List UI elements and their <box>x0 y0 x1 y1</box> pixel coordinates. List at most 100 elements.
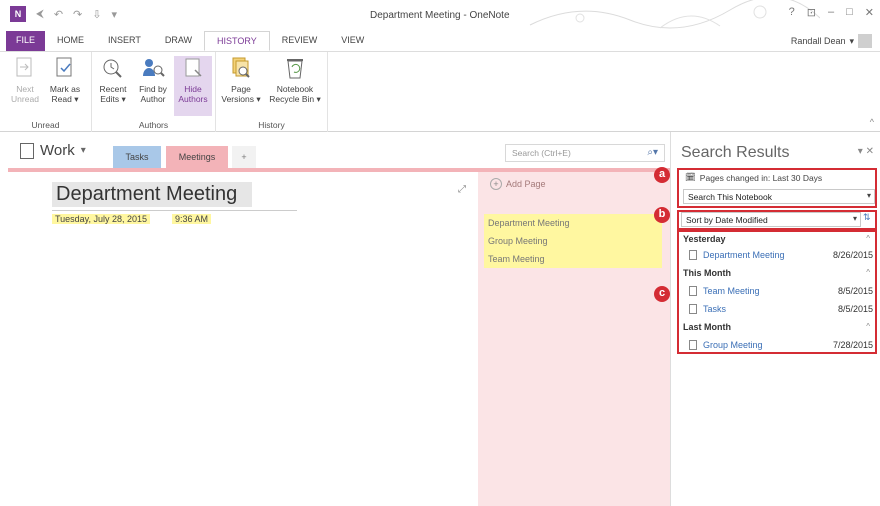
user-account[interactable]: Randall Dean ▾ <box>791 34 872 48</box>
collapse-group-icon[interactable]: ^ <box>866 322 870 331</box>
page-item-team-meeting[interactable]: Team Meeting <box>484 250 662 268</box>
result-group-this-month: This Month <box>683 268 731 278</box>
page-title[interactable]: Department Meeting <box>52 182 252 207</box>
notebook-bar: Work ▾ Tasks Meetings + Search (Ctrl+E) … <box>0 132 670 168</box>
pane-controls: ▾ ✕ <box>858 146 874 157</box>
recent-edits-button[interactable]: Recent Edits ▾ <box>94 56 132 104</box>
chevron-down-icon: ▾ <box>866 191 871 200</box>
background-decoration <box>529 0 820 29</box>
recycle-bin-icon <box>283 56 307 80</box>
group-unread: Next Unread Mark as Read ▾ Unread <box>0 52 92 132</box>
page-icon <box>689 250 697 260</box>
page-icon <box>689 286 697 296</box>
tab-file[interactable]: FILE <box>6 31 46 51</box>
group-label-authors: Authors <box>138 120 169 130</box>
notebook-recycle-bin-button[interactable]: Notebook Recycle Bin ▾ <box>266 56 324 104</box>
page-versions-button[interactable]: Page Versions ▾ <box>218 56 264 104</box>
search-icon[interactable]: ⌕▾ <box>647 147 658 158</box>
result-group-yesterday: Yesterday <box>683 234 726 244</box>
find-by-author-button[interactable]: Find by Author <box>134 56 172 104</box>
find-author-icon <box>141 56 165 80</box>
result-item[interactable]: Tasks 8/5/2015 <box>689 304 879 314</box>
onenote-logo-icon: N <box>10 6 26 22</box>
result-item[interactable]: Team Meeting 8/5/2015 <box>689 286 879 296</box>
result-item[interactable]: Department Meeting 8/26/2015 <box>689 250 879 260</box>
sort-dropdown[interactable]: Sort by Date Modified ▾ <box>681 212 861 227</box>
mark-as-read-button[interactable]: Mark as Read ▾ <box>46 56 84 104</box>
section-tab-meetings[interactable]: Meetings <box>166 146 228 168</box>
search-results-pane: Search Results ▾ ✕ 🗓 Pages changed in: L… <box>670 132 880 506</box>
add-page-label: Add Page <box>506 179 546 189</box>
page-date: Tuesday, July 28, 2015 <box>52 214 151 224</box>
ribbon-tabs: FILE HOME INSERT DRAW HISTORY REVIEW VIE… <box>0 30 880 52</box>
group-history: Page Versions ▾ Notebook Recycle Bin ▾ H… <box>216 52 328 132</box>
quick-access-toolbar: N ⮜ ↶ ↷ ⇩ ▾ <box>10 6 117 22</box>
window-controls: ? ⊡ – □ ✕ <box>789 6 874 19</box>
tab-view[interactable]: VIEW <box>329 31 376 51</box>
page-item-department-meeting[interactable]: Department Meeting <box>484 214 662 232</box>
page-time: 9:36 AM <box>172 214 212 224</box>
next-unread-button[interactable]: Next Unread <box>6 56 44 104</box>
notebook-name: Work <box>40 142 75 159</box>
search-scope-dropdown[interactable]: Search This Notebook ▾ <box>683 189 875 204</box>
hide-authors-icon <box>181 56 205 80</box>
search-results-title: Search Results <box>681 144 790 161</box>
search-placeholder: Search (Ctrl+E) <box>512 148 571 158</box>
recent-edits-icon <box>101 56 125 80</box>
group-label-unread: Unread <box>31 120 60 130</box>
chevron-down-icon: ▾ <box>852 214 857 223</box>
ribbon-display-icon[interactable]: ⊡ <box>807 6 816 19</box>
back-icon[interactable]: ⮜ <box>36 8 44 21</box>
collapse-group-icon[interactable]: ^ <box>866 268 870 277</box>
help-icon[interactable]: ? <box>789 6 795 19</box>
expand-icon[interactable]: ⤢ <box>458 184 466 195</box>
group-label-history: History <box>258 120 285 130</box>
page-item-group-meeting[interactable]: Group Meeting <box>484 232 662 250</box>
close-pane-icon[interactable]: ✕ <box>866 146 874 157</box>
date-filter-icon: 🗓 <box>685 172 696 182</box>
scope-label: 🗓 Pages changed in: Last 30 Days <box>685 172 823 183</box>
notebook-selector[interactable]: Work ▾ <box>20 142 86 159</box>
window-title: Department Meeting - OneNote <box>370 10 510 21</box>
avatar <box>858 34 872 48</box>
tab-review[interactable]: REVIEW <box>270 31 330 51</box>
section-tab-tasks[interactable]: Tasks <box>113 146 161 168</box>
redo-icon[interactable]: ↷ <box>73 8 82 21</box>
callout-b: b <box>654 207 670 223</box>
search-input[interactable]: Search (Ctrl+E) ⌕▾ <box>505 144 665 162</box>
minimize-icon[interactable]: – <box>828 6 834 19</box>
page-versions-icon <box>229 56 253 80</box>
result-item[interactable]: Group Meeting 7/28/2015 <box>689 340 879 350</box>
collapse-group-icon[interactable]: ^ <box>866 234 870 243</box>
mark-read-icon <box>53 56 77 80</box>
undo-icon[interactable]: ↶ <box>54 8 63 21</box>
close-icon[interactable]: ✕ <box>865 6 874 19</box>
add-section-button[interactable]: + <box>232 146 256 168</box>
collapse-ribbon-icon[interactable]: ^ <box>870 117 874 127</box>
customize-qat-icon[interactable]: ▾ <box>111 8 117 21</box>
tab-insert[interactable]: INSERT <box>96 31 153 51</box>
add-page-icon: + <box>490 178 502 190</box>
maximize-icon[interactable]: □ <box>846 6 853 19</box>
hide-authors-button[interactable]: Hide Authors <box>174 56 212 116</box>
ribbon: Next Unread Mark as Read ▾ Unread Recent… <box>0 52 880 132</box>
title-bar: N ⮜ ↶ ↷ ⇩ ▾ Department Meeting - OneNote… <box>0 0 880 30</box>
notebook-icon <box>20 142 34 159</box>
chevron-down-icon: ▾ <box>80 145 86 156</box>
add-page-button[interactable]: + Add Page <box>490 178 546 190</box>
sort-order-icon[interactable]: ⇅ <box>863 212 871 223</box>
callout-a: a <box>654 167 670 183</box>
next-unread-icon <box>13 56 37 80</box>
result-group-last-month: Last Month <box>683 322 731 332</box>
title-underline <box>52 210 297 211</box>
user-name: Randall Dean <box>790 36 846 46</box>
page-icon <box>689 304 697 314</box>
page-icon <box>689 340 697 350</box>
page-canvas[interactable]: Department Meeting Tuesday, July 28, 201… <box>8 168 478 506</box>
touch-mode-icon[interactable]: ⇩ <box>92 8 101 21</box>
tab-home[interactable]: HOME <box>45 31 96 51</box>
tab-draw[interactable]: DRAW <box>153 31 204 51</box>
callout-c: c <box>654 286 670 302</box>
tab-history[interactable]: HISTORY <box>204 31 270 51</box>
pane-options-icon[interactable]: ▾ <box>858 146 863 157</box>
